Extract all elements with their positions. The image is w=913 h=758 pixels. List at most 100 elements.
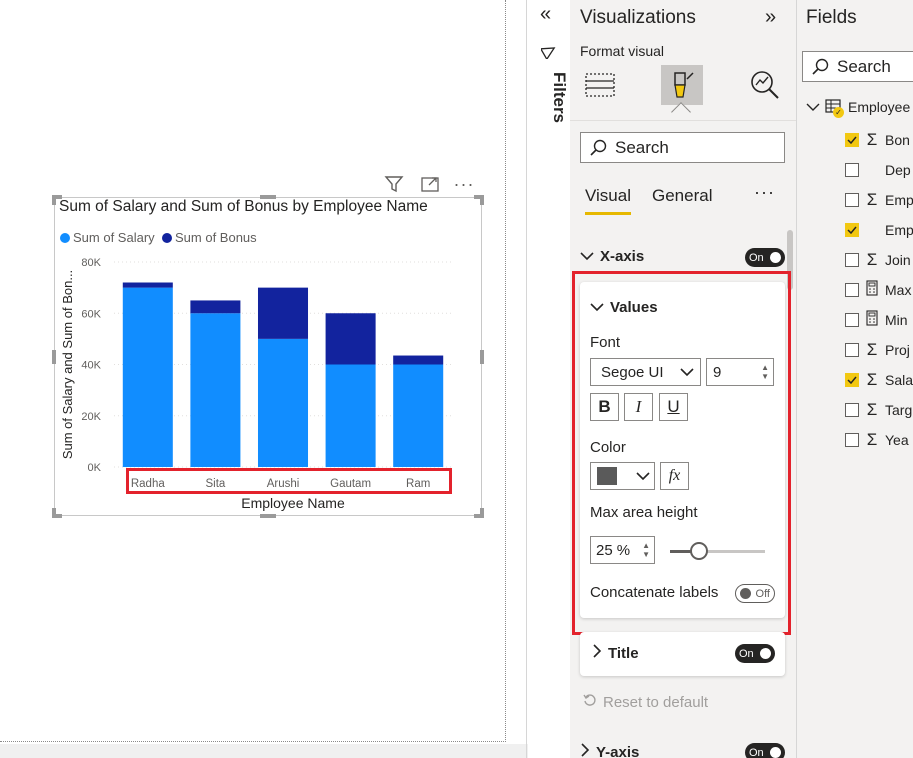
calculator-icon (865, 279, 879, 301)
field-label: Min (885, 312, 908, 328)
field-checkbox[interactable] (845, 373, 859, 387)
chevron-down-icon (580, 248, 594, 265)
table-employee[interactable]: ✓ Employee (806, 99, 911, 118)
title-header[interactable]: Title (592, 644, 639, 662)
more-options-icon[interactable]: ··· (754, 182, 775, 203)
bar-bonus (190, 300, 241, 314)
table-name: Employee (848, 99, 911, 115)
field-item[interactable]: Σ Join (845, 250, 911, 270)
legend-item-salary[interactable]: Sum of Salary (60, 230, 155, 245)
field-checkbox[interactable] (845, 253, 859, 267)
filters-label[interactable]: Filters (549, 72, 569, 123)
title-card[interactable]: Title On (580, 632, 785, 676)
analytics-tab[interactable] (744, 65, 786, 105)
search-icon (812, 58, 829, 75)
toggle-knob (770, 747, 781, 758)
focus-mode-icon[interactable] (419, 173, 441, 195)
field-label: Bon (885, 132, 910, 148)
toggle-knob (770, 252, 781, 263)
field-item[interactable]: Σ Sala (845, 370, 913, 390)
bar-salary (325, 364, 376, 467)
tab-visual[interactable]: Visual (585, 186, 631, 215)
visual-header-toolbar: ··· (383, 173, 483, 195)
resize-handle[interactable] (260, 514, 276, 518)
pane-divider (526, 0, 527, 758)
toggle-state: On (749, 251, 764, 264)
field-item[interactable]: Σ Emp (845, 190, 913, 210)
reset-to-default-button[interactable]: Reset to default (583, 693, 708, 711)
filter-icon[interactable] (383, 173, 405, 195)
field-checkbox[interactable] (845, 133, 859, 147)
bar-salary (122, 287, 173, 467)
format-visual-label: Format visual (580, 43, 665, 59)
fields-search-input[interactable]: Search (802, 51, 913, 82)
more-options-icon[interactable]: ··· (453, 173, 475, 195)
field-checkbox[interactable] (845, 163, 859, 177)
field-item[interactable]: Dep (845, 160, 911, 180)
toggle-knob (760, 648, 771, 659)
xaxis-toggle[interactable]: On (745, 248, 785, 267)
field-label: Proj (885, 342, 910, 358)
filter-pane-icon[interactable] (539, 43, 557, 64)
toggle-state: On (739, 647, 754, 660)
resize-handle[interactable] (480, 195, 484, 205)
sigma-icon: Σ (866, 250, 878, 269)
sigma-icon: Σ (866, 370, 878, 389)
collapse-pane-icon[interactable]: » (765, 6, 776, 29)
sigma-icon: Σ (866, 340, 878, 359)
y-tick-label: 0K (88, 462, 102, 474)
field-label: Max (885, 282, 912, 298)
field-label: Dep (885, 162, 911, 178)
build-visual-tab[interactable] (579, 65, 621, 105)
bar-salary (393, 364, 444, 467)
format-visual-tab[interactable] (661, 65, 703, 105)
yaxis-section[interactable]: Y-axis On (580, 742, 785, 758)
field-item[interactable]: Σ Proj (845, 340, 910, 360)
field-checkbox[interactable] (845, 283, 859, 297)
sigma-icon: Σ (866, 130, 878, 149)
field-checkbox[interactable] (845, 343, 859, 357)
y-tick-label: 80K (81, 257, 101, 269)
search-placeholder: Search (837, 56, 891, 76)
resize-handle[interactable] (52, 195, 56, 205)
format-search-input[interactable]: Search (580, 132, 785, 163)
field-checkbox[interactable] (845, 223, 859, 237)
values-section-highlight (572, 271, 791, 635)
calculator-icon (865, 309, 879, 331)
field-checkbox[interactable] (845, 403, 859, 417)
field-item[interactable]: Σ Targ (845, 400, 912, 420)
xaxis-section[interactable]: X-axis On (580, 247, 785, 269)
field-item[interactable]: Σ Yea (845, 430, 909, 450)
reset-label: Reset to default (603, 693, 709, 711)
title-toggle[interactable]: On (735, 644, 775, 663)
legend-marker (162, 232, 172, 243)
field-item[interactable]: Emp (845, 220, 913, 240)
y-tick-label: 40K (81, 360, 101, 372)
y-tick-label: 60K (81, 308, 101, 320)
field-item[interactable]: Max (845, 279, 912, 301)
xaxis-labels-highlight (126, 468, 452, 494)
chart-title: Sum of Salary and Sum of Bonus by Employ… (59, 198, 428, 215)
legend-label: Sum of Bonus (175, 230, 257, 245)
bar-bonus (393, 355, 444, 365)
yaxis-header[interactable]: Y-axis (580, 743, 639, 758)
bar-bonus (325, 313, 376, 365)
field-checkbox[interactable] (845, 193, 859, 207)
table-icon: ✓ (825, 99, 844, 118)
legend-item-bonus[interactable]: Sum of Bonus (162, 230, 257, 245)
expand-panes-icon[interactable]: « (540, 3, 551, 26)
bar-bonus (122, 282, 173, 288)
bar-salary (257, 338, 309, 467)
yaxis-toggle[interactable]: On (745, 743, 785, 758)
field-label: Yea (885, 432, 909, 448)
sigma-icon: Σ (866, 190, 878, 209)
field-item[interactable]: Min (845, 309, 908, 331)
field-item[interactable]: Σ Bon (845, 130, 910, 150)
tab-general[interactable]: General (652, 186, 712, 206)
checkmark-badge-icon: ✓ (833, 107, 844, 118)
xaxis-header[interactable]: X-axis (580, 248, 644, 265)
field-checkbox[interactable] (845, 433, 859, 447)
chevron-down-icon (806, 99, 820, 115)
field-label: Targ (885, 402, 913, 418)
field-checkbox[interactable] (845, 313, 859, 327)
